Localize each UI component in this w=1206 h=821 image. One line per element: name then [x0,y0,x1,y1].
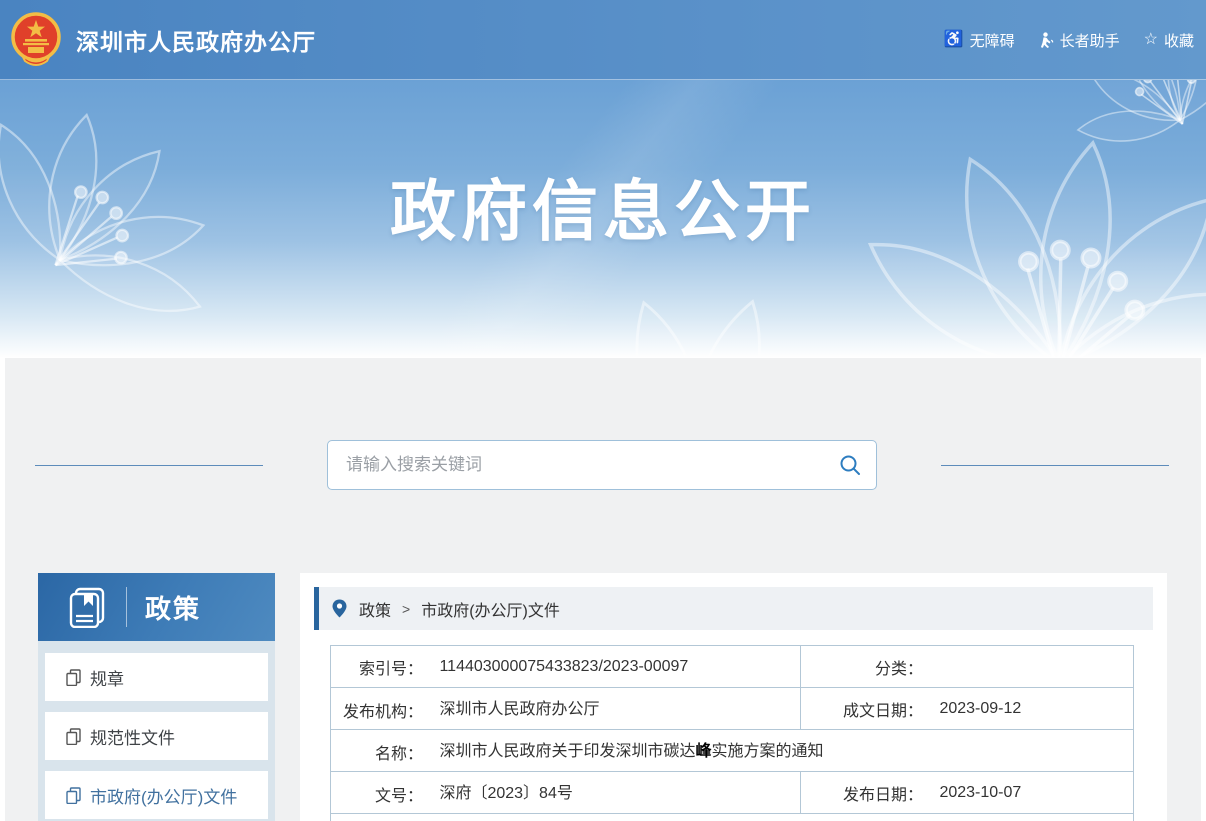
sidebar-item-rules[interactable]: 规章 [45,653,268,701]
breadcrumb-item-city-gov-docs[interactable]: 市政府(办公厅)文件 [421,597,560,621]
elder-person-icon [1039,32,1054,48]
policy-book-icon [66,586,108,628]
doc-number-label: 文号： [331,782,423,806]
issuing-agency-label: 发布机构： [331,698,423,722]
table-row: 发布机构： 深圳市人民政府办公厅 成文日期： 2023-09-12 [331,688,1134,730]
search-input[interactable] [328,441,824,489]
sidebar-title: 政策 [145,589,201,626]
sidebar: 政策 规章 规范性文件 [38,573,275,821]
sidebar-item-label: 规章 [90,665,124,690]
document-name-value: 深圳市人民政府关于印发深圳市碳达峰实施方案的通知 [439,743,823,760]
document-meta-table: 索引号： 114403000075433823/2023-00097 分类： 发… [330,645,1134,821]
elder-assist-link[interactable]: 长者助手 [1039,30,1120,51]
index-number-value: 114403000075433823/2023-00097 [439,658,688,675]
breadcrumb-item-policy[interactable]: 政策 [359,597,391,621]
location-pin-icon [332,599,347,618]
index-number-label: 索引号： [331,655,423,679]
star-icon: ☆ [1144,32,1158,48]
table-row-partial [331,814,1134,821]
page-title: 政府信息公开 [0,158,1206,254]
publish-date-value: 2023-10-07 [939,784,1021,801]
accessibility-label: 无障碍 [970,30,1015,51]
search-icon [839,454,861,476]
sidebar-items: 规章 规范性文件 市政府(办公厅)文件 [38,641,275,821]
doc-number-cell: 文号： 深府〔2023〕84号 [331,772,801,814]
publish-date-cell: 发布日期： 2023-10-07 [801,772,1134,814]
topbar-links: ♿ 无障碍 长者助手 ☆ 收藏 [944,0,1194,80]
issuing-agency-cell: 发布机构： 深圳市人民政府办公厅 [331,688,801,730]
written-date-cell: 成文日期： 2023-09-12 [801,688,1134,730]
search-button[interactable] [824,441,876,489]
table-row: 名称： 深圳市人民政府关于印发深圳市碳达峰实施方案的通知 [331,730,1134,772]
highlighted-keyword: 峰 [695,743,711,760]
doc-number-value: 深府〔2023〕84号 [439,785,572,802]
national-emblem-icon [10,11,62,69]
sidebar-item-label: 规范性文件 [90,724,175,749]
favorite-link[interactable]: ☆ 收藏 [1144,30,1194,51]
publish-date-label: 发布日期： [801,781,923,805]
content-card: 政策 > 市政府(办公厅)文件 索引号： 114403000075433823/… [300,573,1167,821]
table-row: 文号： 深府〔2023〕84号 发布日期： 2023-10-07 [331,772,1134,814]
search-box [327,440,877,490]
category-cell: 分类： [801,646,1134,688]
document-icon [66,728,81,745]
breadcrumb-accent-bar [314,587,319,630]
sidebar-item-city-gov-docs[interactable]: 市政府(办公厅)文件 [45,771,268,819]
category-label: 分类： [801,655,923,679]
document-name-cell: 名称： 深圳市人民政府关于印发深圳市碳达峰实施方案的通知 [331,730,1134,772]
accessibility-icon: ♿ [944,32,964,48]
document-name-label: 名称： [331,740,423,764]
sidebar-item-normative-docs[interactable]: 规范性文件 [45,712,268,760]
index-number-cell: 索引号： 114403000075433823/2023-00097 [331,646,801,688]
breadcrumb-separator: > [402,601,410,617]
written-date-value: 2023-09-12 [939,700,1021,717]
breadcrumb: 政策 > 市政府(办公厅)文件 [314,587,1153,630]
issuing-agency-value: 深圳市人民政府办公厅 [439,701,599,718]
site-title: 深圳市人民政府办公厅 [76,23,316,57]
search-decor-line-left [35,465,263,466]
search-decor-line-right [941,465,1169,466]
favorite-label: 收藏 [1164,30,1194,51]
sidebar-header-divider [126,587,127,627]
document-icon [66,787,81,804]
elder-assist-label: 长者助手 [1060,30,1120,51]
written-date-label: 成文日期： [801,697,923,721]
accessibility-link[interactable]: ♿ 无障碍 [944,30,1015,51]
sidebar-header: 政策 [38,573,275,641]
banner: 政府信息公开 [0,80,1206,358]
sidebar-item-label: 市政府(办公厅)文件 [90,783,237,808]
document-icon [66,669,81,686]
table-row: 索引号： 114403000075433823/2023-00097 分类： [331,646,1134,688]
site-home-link[interactable]: 深圳市人民政府办公厅 [0,11,316,69]
page-body: 政策 规章 规范性文件 [5,358,1201,821]
next-row-partial-cell [331,814,1134,821]
topbar: 深圳市人民政府办公厅 ♿ 无障碍 长者助手 ☆ 收藏 [0,0,1206,80]
